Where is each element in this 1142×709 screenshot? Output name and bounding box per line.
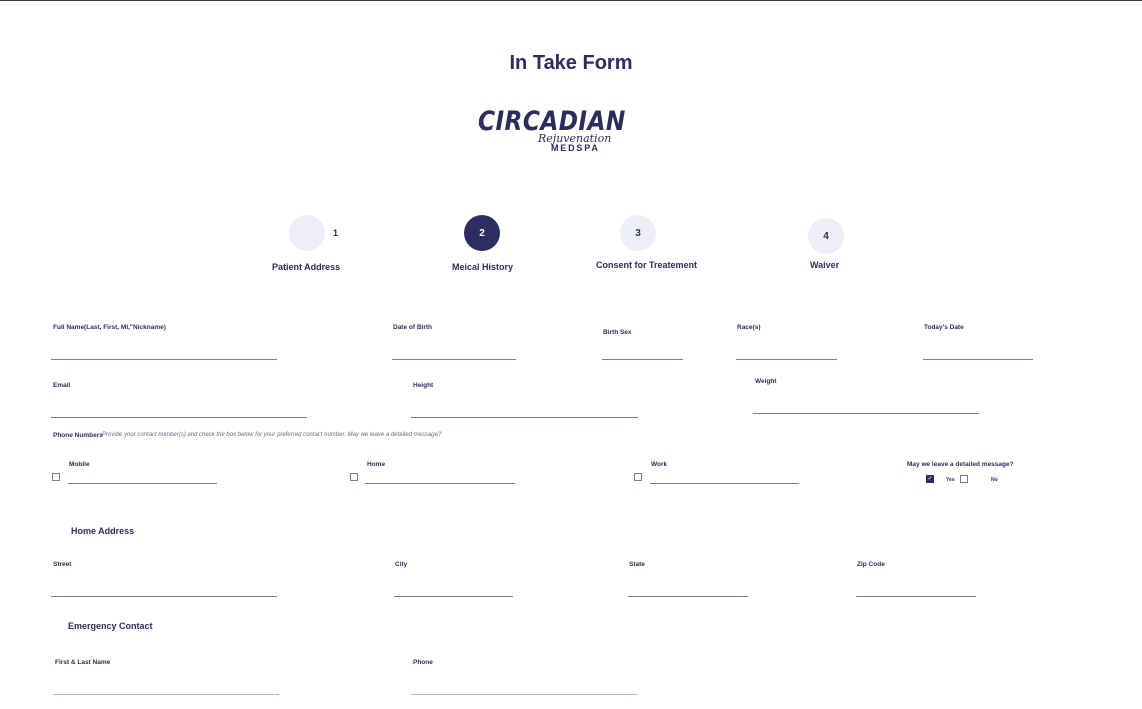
- home-preferred-checkbox[interactable]: [350, 473, 358, 481]
- step-4-circle[interactable]: 4: [808, 218, 844, 254]
- step-1-circle[interactable]: [289, 215, 325, 251]
- state-field[interactable]: [628, 596, 748, 597]
- full-name-label: Full Name(Last, First, MI,"Nickname): [53, 324, 166, 331]
- phone-numbers-hint: Provide your contact number(s) and check…: [102, 432, 442, 438]
- message-yes-checkbox[interactable]: ✓: [926, 475, 934, 483]
- full-name-field[interactable]: [51, 359, 277, 360]
- page-title: In Take Form: [509, 52, 633, 74]
- emergency-phone-field[interactable]: [411, 694, 638, 695]
- step-3-circle[interactable]: 3: [620, 215, 656, 251]
- dob-label: Date of Birth: [393, 324, 432, 331]
- step-3-label[interactable]: Consent for Treatement: [596, 260, 697, 270]
- weight-label: Weight: [755, 378, 777, 385]
- emergency-name-label: First & Last Name: [55, 659, 111, 666]
- top-border: [0, 0, 1142, 1]
- dob-field[interactable]: [392, 359, 516, 360]
- city-label: City: [395, 561, 408, 568]
- mobile-field[interactable]: [68, 483, 217, 484]
- email-field[interactable]: [51, 417, 307, 418]
- race-field[interactable]: [736, 359, 837, 360]
- step-1-number: 1: [333, 228, 339, 238]
- circadian-logo: CIRCADIAN Rejuvenation MEDSPA: [476, 106, 625, 158]
- state-label: State: [629, 561, 645, 568]
- city-field[interactable]: [394, 596, 513, 597]
- zip-code-label: Zip Code: [857, 561, 885, 568]
- home-address-heading: Home Address: [71, 526, 135, 536]
- todays-date-label: Today's Date: [924, 324, 964, 331]
- detailed-message-question: May we leave a detailed message?: [907, 461, 1014, 468]
- height-field[interactable]: [411, 417, 638, 418]
- home-phone-field[interactable]: [365, 483, 515, 484]
- mobile-preferred-checkbox[interactable]: [52, 473, 60, 481]
- message-no-checkbox[interactable]: [960, 475, 968, 483]
- emergency-phone-label: Phone: [413, 659, 433, 666]
- mobile-label: Mobile: [69, 461, 90, 468]
- step-1-label[interactable]: Patient Address: [272, 262, 340, 272]
- emergency-name-field[interactable]: [53, 694, 279, 695]
- zip-code-field[interactable]: [856, 596, 976, 597]
- step-4-label[interactable]: Waiver: [810, 260, 839, 270]
- work-phone-field[interactable]: [650, 483, 799, 484]
- weight-field[interactable]: [753, 413, 979, 414]
- race-label: Race(s): [737, 324, 761, 331]
- birth-sex-label: Birth Sex: [603, 329, 632, 336]
- phone-numbers-label: Phone Numbers: [53, 432, 103, 439]
- home-phone-label: Home: [367, 461, 386, 468]
- todays-date-field[interactable]: [923, 359, 1033, 360]
- street-label: Street: [53, 561, 72, 568]
- message-no-label: No: [991, 477, 998, 483]
- step-2-circle[interactable]: 2: [464, 215, 500, 251]
- street-field[interactable]: [51, 596, 277, 597]
- emergency-contact-heading: Emergency Contact: [68, 621, 153, 631]
- birth-sex-field[interactable]: [602, 359, 683, 360]
- height-label: Height: [413, 382, 434, 389]
- message-yes-label: Yes: [946, 477, 955, 483]
- email-label: Email: [53, 382, 71, 389]
- work-preferred-checkbox[interactable]: [634, 473, 642, 481]
- work-phone-label: Work: [651, 461, 668, 468]
- logo-sub: MEDSPA: [551, 143, 600, 153]
- step-2-label[interactable]: Meical History: [452, 262, 513, 272]
